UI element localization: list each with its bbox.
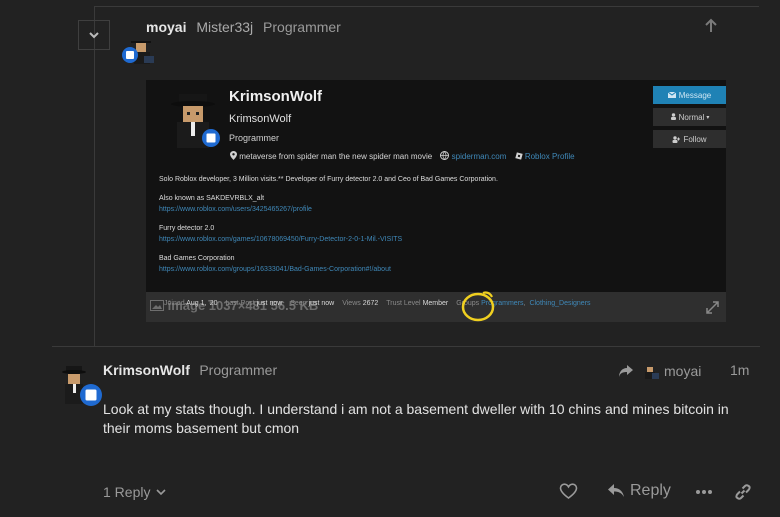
chevron-down-icon: [156, 489, 167, 496]
link-icon: [735, 484, 751, 500]
views-label: Views: [342, 300, 361, 307]
scroll-up-button[interactable]: [703, 18, 719, 39]
copy-link-button[interactable]: [734, 483, 752, 506]
notification-level-button[interactable]: Normal ▾: [653, 108, 726, 126]
quoted-name[interactable]: Mister33j: [196, 19, 253, 35]
group-link-clothing-designers[interactable]: Clothing_Designers: [529, 300, 590, 307]
bio-furry-label: Furry detector 2.0: [159, 225, 215, 232]
quoted-username[interactable]: moyai: [146, 19, 186, 35]
roblox-avatar-icon: [171, 94, 220, 148]
post-time[interactable]: 1m: [730, 362, 749, 378]
collapse-button[interactable]: [78, 20, 110, 50]
thread-top-border: [94, 6, 759, 7]
message-button-label: Message: [678, 90, 712, 100]
last-post-value: just now: [256, 300, 283, 307]
follow-button[interactable]: Follow: [653, 130, 726, 148]
reply-username[interactable]: KrimsonWolf: [103, 362, 190, 378]
message-button[interactable]: Message: [653, 86, 726, 104]
trust-level-value: Member: [422, 300, 449, 307]
replies-count: 1 Reply: [103, 484, 151, 500]
arrow-up-icon: [705, 18, 717, 32]
chevron-down-icon: [89, 32, 99, 39]
profile-display-name: KrimsonWolf: [229, 88, 323, 105]
quoted-post-header: moyai Mister33j Programmer: [146, 19, 341, 35]
more-icon: [696, 490, 712, 494]
profile-location: metaverse from spider man the new spider…: [239, 152, 433, 161]
highlight-circle: [461, 288, 497, 329]
reply-to-indicator[interactable]: moyai: [618, 362, 701, 380]
like-button[interactable]: [559, 483, 578, 505]
bio-corp-link[interactable]: https://www.roblox.com/groups/16333041/B…: [159, 266, 391, 273]
joined-label: Joined: [164, 300, 185, 307]
bio-alt-link[interactable]: https://www.roblox.com/users/3425465267/…: [159, 206, 312, 213]
thread-left-line: [94, 6, 95, 346]
bio-intro: Solo Roblox developer, 3 Million visits.…: [159, 176, 498, 183]
map-pin-icon: [230, 151, 239, 161]
avatar-icon: [122, 36, 154, 64]
follow-button-label: Follow: [683, 134, 707, 144]
profile-stats: Joined Aug 1, '20 Last Post just now See…: [164, 300, 591, 307]
caret-down-icon: ▾: [706, 114, 710, 121]
mini-avatar-icon: [645, 363, 659, 379]
roblox-icon: [514, 152, 525, 161]
joined-value: Aug 1, '20: [186, 300, 218, 307]
globe-icon: [440, 151, 451, 161]
profile-avatar: [163, 92, 223, 152]
trust-level-label: Trust Level: [386, 300, 421, 307]
reply-icon: [608, 484, 624, 497]
reply-post-header: KrimsonWolf Programmer: [103, 362, 277, 380]
seen-label: Seen: [290, 300, 307, 307]
avatar[interactable]: [120, 34, 156, 66]
person-icon: [670, 112, 677, 122]
profile-username: KrimsonWolf: [229, 113, 292, 125]
user-plus-icon: [672, 135, 681, 143]
reply-user-title: Programmer: [199, 362, 278, 378]
reply-to-username: moyai: [664, 363, 702, 379]
reply-button-label: Reply: [630, 482, 671, 499]
post-separator: [52, 346, 760, 347]
bio-alt-label: Also known as SAKDEVRBLX_alt: [159, 195, 265, 202]
reply-avatar[interactable]: [58, 364, 104, 408]
profile-website-link[interactable]: spiderman.com: [452, 152, 507, 161]
bio-furry-link[interactable]: https://www.roblox.com/games/10678069450…: [159, 236, 402, 243]
notification-level-label: Normal: [678, 112, 705, 122]
reply-post-body: Look at my stats though. I understand i …: [103, 401, 729, 436]
expand-icon: [706, 301, 719, 314]
share-reply-icon: [619, 365, 633, 377]
heart-icon: [559, 483, 578, 499]
envelope-icon: [667, 92, 676, 98]
expand-image-button[interactable]: [706, 301, 719, 319]
last-post-label: Last Post: [225, 300, 255, 307]
reply-button[interactable]: Reply: [607, 482, 671, 500]
views-value: 2672: [362, 300, 379, 307]
quoted-user-title: Programmer: [263, 19, 341, 35]
profile-title: Programmer: [229, 133, 280, 143]
seen-value: just now: [308, 300, 335, 307]
replies-toggle[interactable]: 1 Reply: [103, 484, 167, 500]
more-actions-button[interactable]: [695, 483, 713, 504]
profile-meta: metaverse from spider man the new spider…: [230, 151, 575, 161]
roblox-avatar-icon: [62, 366, 102, 406]
roblox-profile-link[interactable]: Roblox Profile: [525, 152, 575, 161]
bio-corp-label: Bad Games Corporation: [159, 255, 235, 262]
